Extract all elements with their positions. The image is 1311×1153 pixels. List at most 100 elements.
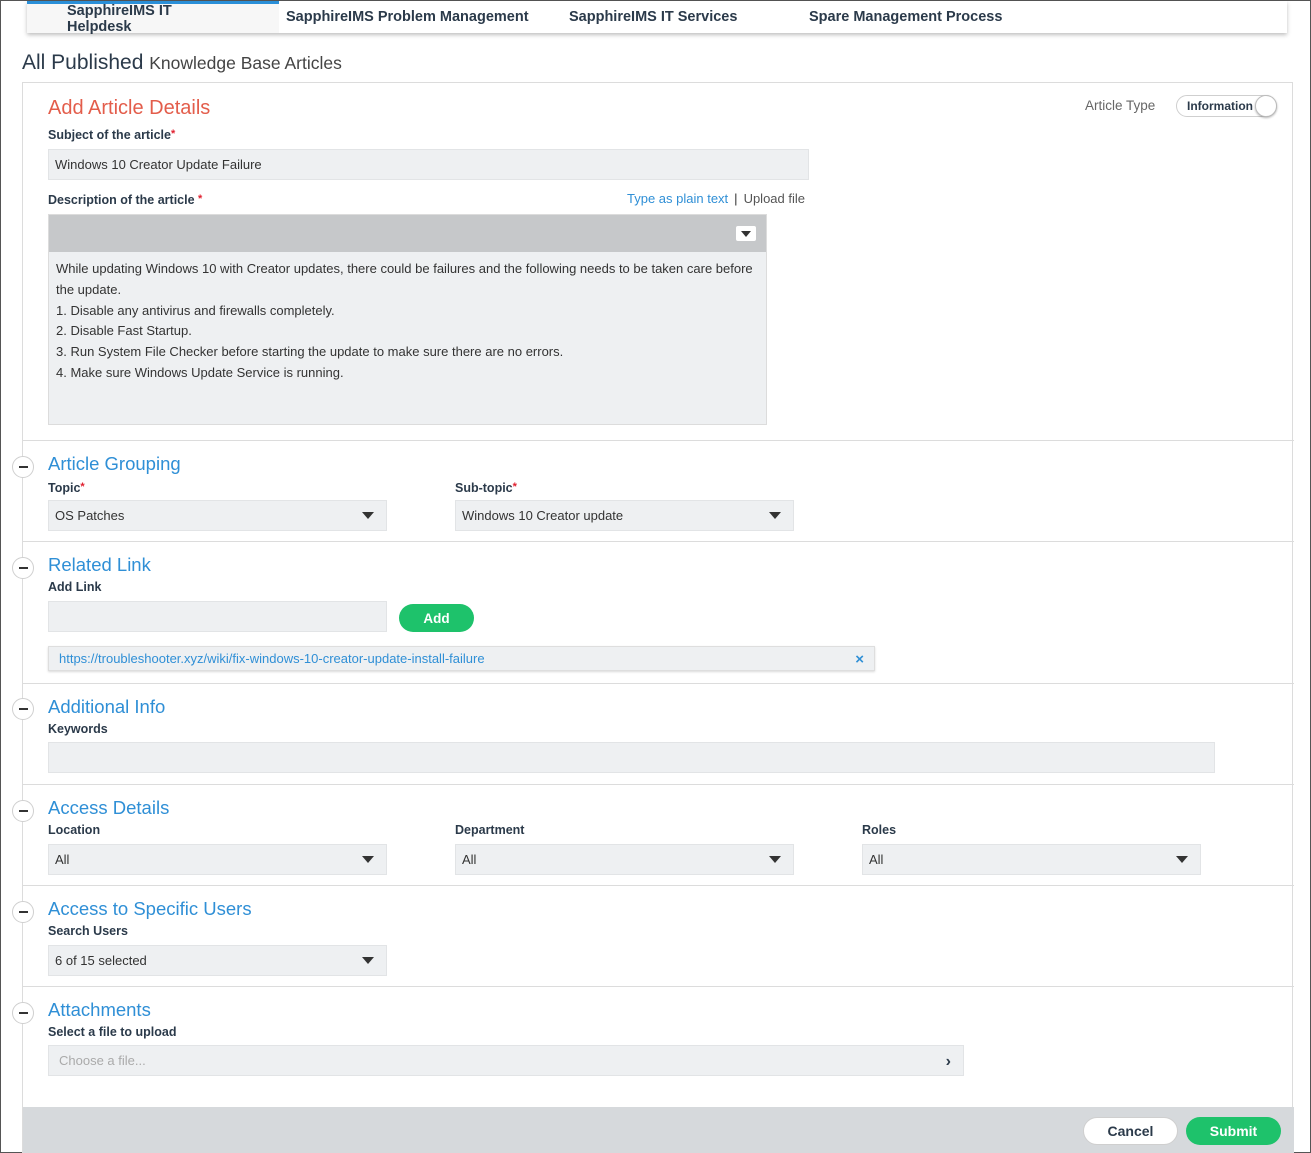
caret-down-icon: [769, 856, 781, 863]
link-separator: |: [734, 191, 738, 206]
department-value: All: [462, 852, 477, 867]
add-link-button[interactable]: Add: [399, 604, 474, 632]
caret-down-icon: [362, 512, 374, 519]
specific-users-title: Access to Specific Users: [48, 898, 252, 919]
section-divider: [23, 986, 1294, 987]
tab-problem-management[interactable]: SapphireIMS Problem Management: [279, 1, 569, 33]
related-link-url[interactable]: https://troubleshooter.xyz/wiki/fix-wind…: [59, 651, 485, 666]
collapse-access-details-button[interactable]: [12, 800, 34, 822]
caret-down-icon: [741, 230, 751, 237]
minus-icon: [18, 466, 28, 468]
minus-icon: [18, 911, 28, 913]
submit-button[interactable]: Submit: [1186, 1117, 1281, 1145]
article-type-label: Article Type: [1085, 98, 1156, 113]
minus-icon: [18, 567, 28, 569]
description-line: 3. Run System File Checker before starti…: [56, 344, 564, 360]
tab-spare-management[interactable]: Spare Management Process: [809, 1, 1049, 33]
subtopic-label-text: Sub-topic: [455, 481, 513, 495]
section-divider: [23, 541, 1294, 542]
topic-label-text: Topic: [48, 481, 81, 495]
form-footer: Cancel Submit: [23, 1107, 1294, 1153]
required-mark: *: [198, 193, 203, 205]
description-text[interactable]: While updating Windows 10 with Creator u…: [49, 252, 766, 391]
add-link-label: Add Link: [48, 580, 102, 594]
description-label-text: Description of the article: [48, 193, 195, 207]
collapse-specific-users-button[interactable]: [12, 901, 34, 923]
roles-label: Roles: [862, 823, 897, 837]
related-link-item[interactable]: https://troubleshooter.xyz/wiki/fix-wind…: [48, 646, 875, 671]
type-plain-text-link[interactable]: Type as plain text: [627, 191, 728, 206]
page-title-main: All Published: [22, 51, 144, 74]
location-value: All: [55, 852, 70, 867]
search-users-value: 6 of 15 selected: [55, 953, 147, 968]
select-file-label: Select a file to upload: [48, 1025, 177, 1039]
section-divider: [23, 683, 1294, 684]
description-mode-links: Type as plain text | Upload file: [627, 191, 805, 206]
department-select[interactable]: All: [455, 844, 794, 875]
toolbar-dropdown-button[interactable]: [736, 226, 756, 241]
description-line: 4. Make sure Windows Update Service is r…: [56, 364, 344, 380]
collapse-related-link-button[interactable]: [12, 557, 34, 579]
chevron-right-icon[interactable]: ›: [946, 1053, 951, 1071]
subject-label: Subject of the article*: [48, 128, 175, 142]
required-mark: *: [80, 481, 85, 493]
keywords-input[interactable]: [48, 742, 1215, 773]
roles-value: All: [869, 852, 884, 867]
add-article-details-title: Add Article Details: [48, 97, 211, 119]
section-divider: [23, 885, 1294, 886]
article-grouping-title: Article Grouping: [48, 453, 181, 474]
minus-icon: [18, 1012, 28, 1014]
tab-it-helpdesk[interactable]: SapphireIMS IT Helpdesk: [27, 1, 279, 35]
tab-it-services[interactable]: SapphireIMS IT Services: [569, 1, 809, 33]
editor-toolbar: [49, 215, 766, 252]
topic-value: OS Patches: [55, 508, 125, 523]
roles-select[interactable]: All: [862, 844, 1201, 875]
topic-select[interactable]: OS Patches: [48, 500, 387, 531]
minus-icon: [18, 810, 28, 812]
caret-down-icon: [362, 856, 374, 863]
article-form: Add Article Details Article Type Informa…: [12, 82, 1294, 1153]
collapse-attachments-button[interactable]: [12, 1002, 34, 1024]
close-icon[interactable]: ×: [855, 651, 864, 668]
upload-file-link[interactable]: Upload file: [744, 191, 805, 206]
subject-label-text: Subject of the article: [48, 128, 171, 142]
search-users-select[interactable]: 6 of 15 selected: [48, 945, 387, 976]
article-type-toggle[interactable]: Information: [1176, 95, 1277, 117]
toggle-knob: [1255, 95, 1277, 117]
topic-label: Topic*: [48, 481, 85, 495]
description-label: Description of the article *: [48, 193, 202, 207]
article-type-value: Information: [1187, 99, 1253, 113]
description-line: While updating Windows 10 with Creator u…: [56, 261, 753, 297]
location-label: Location: [48, 823, 101, 837]
description-line: 2. Disable Fast Startup.: [56, 323, 192, 339]
minus-icon: [18, 708, 28, 710]
subject-input[interactable]: Windows 10 Creator Update Failure: [48, 149, 809, 180]
additional-info-title: Additional Info: [48, 696, 166, 717]
add-link-input[interactable]: [48, 601, 387, 632]
keywords-label: Keywords: [48, 722, 108, 736]
page-title: All Published Knowledge Base Articles: [22, 51, 342, 75]
subtopic-value: Windows 10 Creator update: [462, 508, 624, 523]
attachments-title: Attachments: [48, 999, 151, 1020]
top-tabs: SapphireIMS IT Helpdesk SapphireIMS Prob…: [27, 1, 1287, 35]
file-placeholder: Choose a file...: [59, 1053, 146, 1068]
section-divider: [23, 440, 1294, 441]
required-mark: *: [512, 481, 517, 493]
location-select[interactable]: All: [48, 844, 387, 875]
caret-down-icon: [1176, 856, 1188, 863]
section-divider: [23, 784, 1294, 785]
subtopic-select[interactable]: Windows 10 Creator update: [455, 500, 794, 531]
collapse-additional-info-button[interactable]: [12, 698, 34, 720]
file-upload-input[interactable]: Choose a file... ›: [48, 1045, 964, 1076]
department-label: Department: [455, 823, 525, 837]
cancel-button[interactable]: Cancel: [1083, 1117, 1178, 1145]
subtopic-label: Sub-topic*: [455, 481, 517, 495]
collapse-article-grouping-button[interactable]: [12, 456, 34, 478]
access-details-title: Access Details: [48, 797, 170, 818]
caret-down-icon: [362, 957, 374, 964]
subject-value: Windows 10 Creator Update Failure: [55, 157, 262, 172]
page-title-sub: Knowledge Base Articles: [149, 53, 342, 73]
search-users-label: Search Users: [48, 924, 128, 938]
related-link-title: Related Link: [48, 554, 151, 575]
description-editor[interactable]: While updating Windows 10 with Creator u…: [48, 214, 767, 425]
